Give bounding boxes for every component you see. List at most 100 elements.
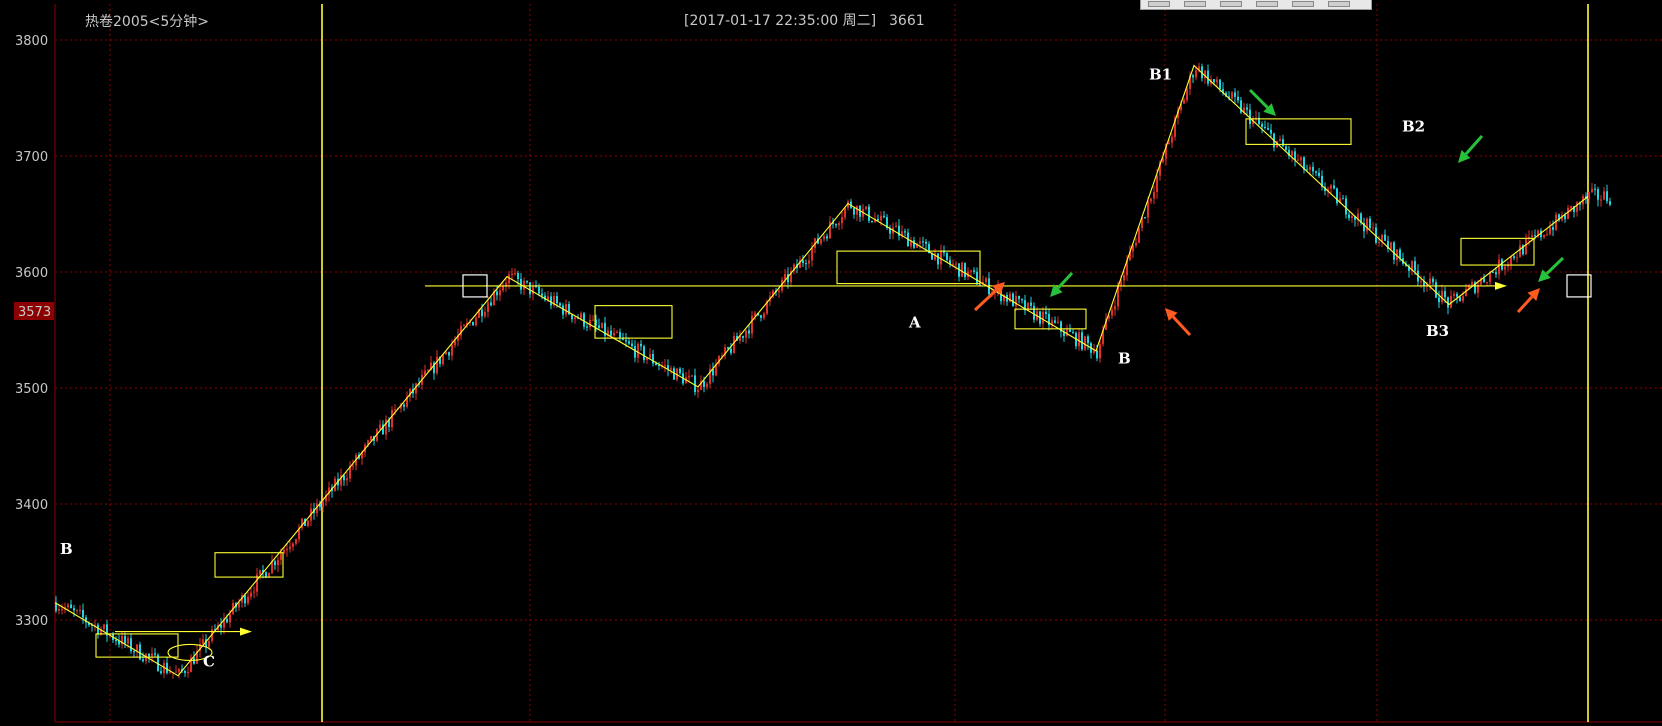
candle-up	[670, 368, 672, 370]
candle-up	[1057, 321, 1059, 323]
candle-up	[487, 302, 489, 312]
candle-down	[1213, 78, 1215, 83]
candle-up	[1420, 280, 1422, 282]
candle-up	[940, 250, 942, 265]
candle-up	[67, 604, 69, 608]
candle-up	[178, 669, 180, 672]
candle-up	[475, 317, 477, 326]
annotation-label: A	[908, 314, 921, 332]
candle-up	[1135, 242, 1137, 246]
candle-down	[1513, 256, 1515, 259]
candle-up	[451, 345, 453, 356]
candle-down	[652, 354, 654, 364]
candle-down	[133, 651, 135, 653]
candle-up	[565, 304, 567, 315]
candle-up	[616, 332, 618, 334]
candle-up	[346, 478, 348, 481]
toolbar-button-2[interactable]	[1184, 1, 1206, 7]
candle-down	[1294, 151, 1296, 160]
candle-down	[73, 608, 75, 611]
candle-down	[1234, 92, 1236, 97]
candle-down	[835, 224, 837, 226]
candle-down	[1414, 261, 1416, 271]
toolbar-button-4[interactable]	[1256, 1, 1278, 7]
candle-up	[1291, 151, 1293, 156]
candle-up	[763, 313, 765, 318]
candle-up	[250, 592, 252, 597]
candle-down	[1336, 188, 1338, 204]
toolbar-button-3[interactable]	[1220, 1, 1242, 7]
toolbar-button-1[interactable]	[1148, 1, 1170, 7]
candle-up	[1462, 296, 1464, 302]
candle-up	[1042, 311, 1044, 324]
candle-down	[184, 670, 186, 673]
candle-up	[1309, 166, 1311, 170]
candle-down	[883, 215, 885, 218]
candle-up	[1147, 201, 1149, 218]
toolbar-button-6[interactable]	[1328, 1, 1350, 7]
candle-down	[1384, 234, 1386, 241]
candle-down	[517, 273, 519, 279]
candle-down	[1012, 293, 1014, 307]
candle-down	[805, 263, 807, 265]
candle-up	[1486, 282, 1488, 284]
candle-down	[1315, 171, 1317, 173]
candle-up	[1231, 92, 1233, 99]
candle-up	[463, 325, 465, 327]
candle-up	[1150, 198, 1152, 202]
candle-up	[1516, 257, 1518, 259]
candle-up	[778, 290, 780, 292]
candle-up	[754, 312, 756, 316]
candle-down	[586, 326, 588, 328]
candle-up	[499, 290, 501, 296]
candle-down	[1438, 297, 1440, 303]
candle-down	[1018, 295, 1020, 300]
candlestick-chart: 3300 3400 3500 3600 3700 3800 B C A B B1 B2 B3 3573…	[0, 0, 1662, 726]
candle-down	[979, 284, 981, 286]
candle-down	[1399, 249, 1401, 259]
candle-down	[1021, 299, 1023, 301]
candle-up	[808, 260, 810, 264]
candle-down	[490, 302, 492, 306]
candle-down	[1333, 185, 1335, 189]
candle-up	[1600, 199, 1602, 201]
candle-up	[985, 278, 987, 283]
candle-down	[481, 309, 483, 317]
candle-up	[1504, 266, 1506, 270]
candle-up	[61, 608, 63, 610]
candle-down	[1267, 128, 1269, 130]
candle-up	[706, 383, 708, 387]
candle-up	[1450, 295, 1452, 308]
candle-down	[403, 404, 405, 407]
candle-up	[697, 389, 699, 393]
candle-up	[103, 624, 105, 630]
candle-up	[379, 424, 381, 430]
toolbar	[1140, 0, 1372, 10]
candle-up	[961, 262, 963, 277]
candle-up	[1531, 235, 1533, 238]
candle-down	[1282, 139, 1284, 147]
candle-up	[751, 315, 753, 334]
annotation-label: C	[203, 652, 215, 670]
annotation-label: B1	[1149, 65, 1172, 83]
candle-up	[856, 205, 858, 215]
y-tick-label: 3500	[15, 382, 48, 397]
toolbar-button-5[interactable]	[1292, 1, 1314, 7]
candle-up	[175, 671, 177, 673]
candle-up	[229, 613, 231, 623]
candle-up	[613, 332, 615, 336]
candle-up	[352, 465, 354, 467]
candle-down	[1552, 227, 1554, 230]
candle-up	[1093, 350, 1095, 353]
candle-down	[1081, 332, 1083, 350]
candle-down	[826, 236, 828, 239]
candle-down	[142, 659, 144, 662]
candle-up	[1138, 228, 1140, 243]
candle-up	[649, 354, 651, 358]
candle-down	[1045, 311, 1047, 314]
candle-down	[904, 231, 906, 233]
candle-up	[880, 215, 882, 221]
y-tick-label: 3600	[15, 266, 48, 281]
candle-down	[655, 363, 657, 365]
candle-down	[1096, 350, 1098, 359]
